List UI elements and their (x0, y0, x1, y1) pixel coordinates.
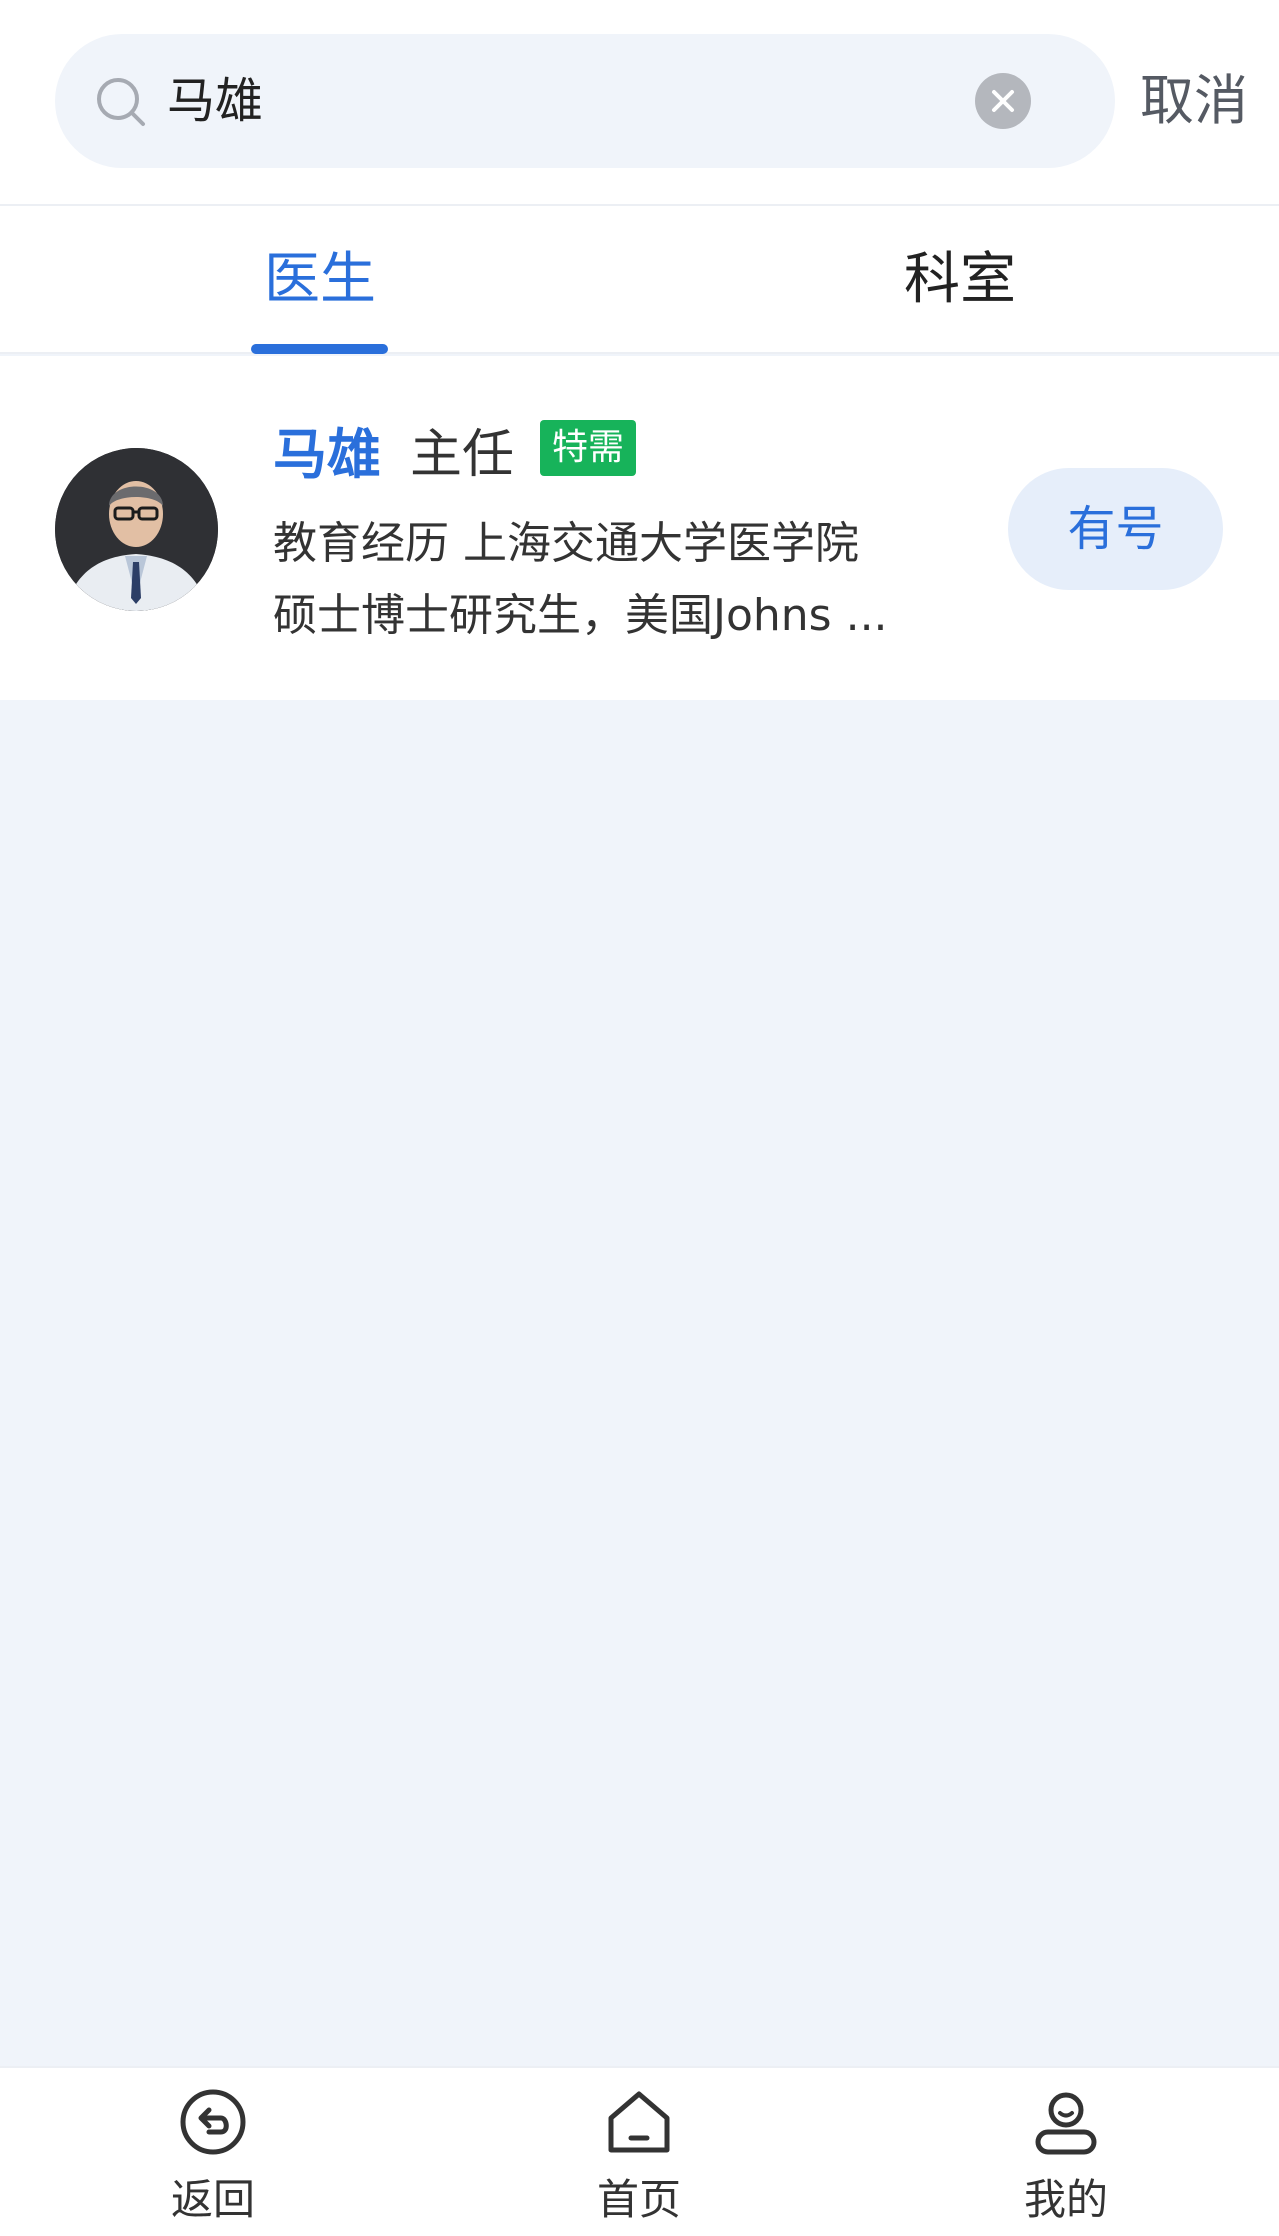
doctor-title: 主任 (410, 425, 515, 485)
tab-departments[interactable]: 科室 (830, 206, 1090, 354)
search-icon (97, 78, 145, 126)
nav-back-button[interactable]: 返回 (113, 2068, 313, 2236)
special-clinic-badge: 特需 (540, 420, 637, 476)
clear-search-button[interactable] (975, 73, 1031, 129)
doctor-description-line: 硕士博士研究生，美国Johns ... (273, 590, 888, 641)
nav-home-button[interactable]: 首页 (539, 2068, 739, 2236)
home-icon (608, 2091, 670, 2153)
cancel-button[interactable]: 取消 (1140, 34, 1248, 168)
availability-button[interactable]: 有号 (1008, 468, 1223, 590)
user-icon (1035, 2092, 1097, 2155)
nav-back-label: 返回 (170, 2175, 255, 2224)
page: 马雄 取消 医生 科室 马雄 主任 特需 教育经历 上海交通大学医学院 硕士博士… (0, 0, 1279, 2236)
search-header: 马雄 取消 (0, 0, 1279, 206)
bottom-nav: 返回 首页 我的 (0, 2066, 1279, 2236)
doctor-photo (55, 448, 218, 611)
search-input[interactable]: 马雄 (55, 34, 1115, 168)
close-icon (992, 90, 1014, 112)
doctor-card[interactable]: 马雄 主任 特需 教育经历 上海交通大学医学院 硕士博士研究生，美国Johns … (0, 356, 1279, 700)
search-query-text: 马雄 (167, 73, 264, 129)
doctor-result-list: 马雄 主任 特需 教育经历 上海交通大学医学院 硕士博士研究生，美国Johns … (0, 356, 1279, 700)
tab-doctors[interactable]: 医生 (190, 206, 450, 354)
nav-mine-label: 我的 (1023, 2175, 1108, 2224)
doctor-description: 教育经历 上海交通大学医学院 硕士博士研究生，美国Johns ... (273, 508, 963, 652)
doctor-avatar (55, 448, 218, 611)
active-tab-indicator (251, 344, 388, 354)
nav-mine-button[interactable]: 我的 (966, 2068, 1166, 2236)
doctor-description-line: 教育经历 上海交通大学医学院 (273, 518, 859, 569)
back-icon (180, 2089, 246, 2155)
doctor-name: 马雄 (273, 423, 381, 486)
result-tabs: 医生 科室 (0, 206, 1279, 354)
nav-home-label: 首页 (596, 2175, 681, 2224)
